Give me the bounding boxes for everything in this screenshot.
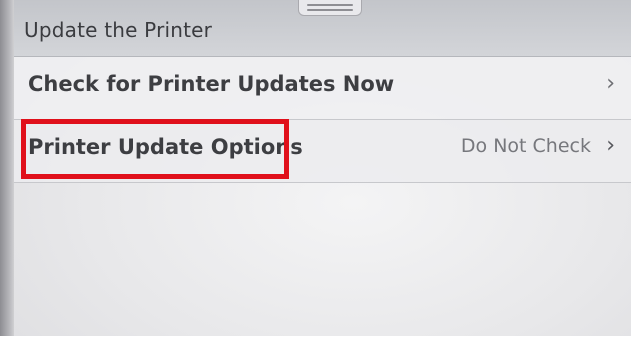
menu-item-value: Do Not Check <box>460 135 591 157</box>
red-highlight-box <box>21 119 289 179</box>
grip-line <box>307 9 353 11</box>
menu-item-check-updates[interactable]: Check for Printer Updates Now › <box>14 57 631 120</box>
printer-panel-photo: Update the Printer Check for Printer Upd… <box>0 0 631 338</box>
chevron-right-icon: › <box>606 133 615 158</box>
page-title: Update the Printer <box>24 18 213 42</box>
menu-item-label: Check for Printer Updates Now <box>28 72 395 96</box>
device-bezel <box>0 0 14 338</box>
grip-line <box>307 4 353 6</box>
pull-down-tab-icon[interactable] <box>298 0 362 16</box>
chevron-right-icon: › <box>606 71 615 96</box>
